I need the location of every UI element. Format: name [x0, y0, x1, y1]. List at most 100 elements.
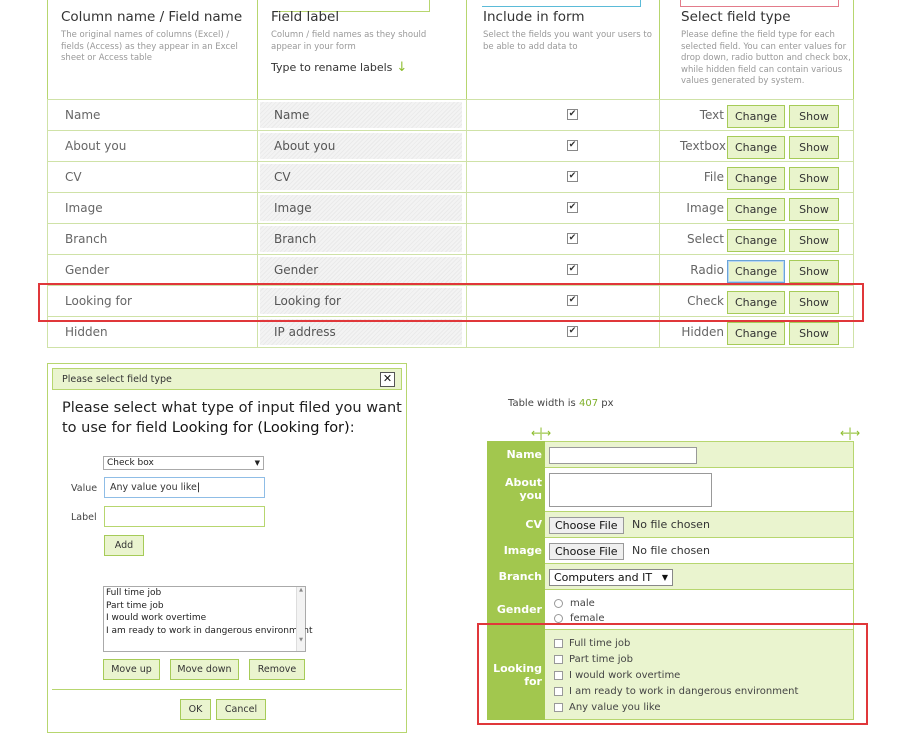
show-button[interactable]: Show	[789, 167, 839, 190]
include-description: Select the fields you want your users to…	[483, 30, 652, 52]
preview-value-name	[545, 441, 854, 467]
move-up-button[interactable]: Move up	[103, 659, 160, 680]
change-button[interactable]: Change	[727, 198, 785, 221]
about-textarea[interactable]	[549, 473, 712, 507]
preview-row-image: Image Choose File No file chosen	[487, 537, 854, 563]
field-label-value[interactable]: About you	[274, 131, 335, 161]
show-button[interactable]: Show	[789, 229, 839, 252]
column-divider	[257, 131, 258, 161]
header-field-label: Field label Column / field names as they…	[271, 9, 453, 75]
preview-label-name: Name	[487, 441, 545, 467]
header-column-name: Column name / Field name The original na…	[61, 9, 243, 65]
gender-radio-female[interactable]	[554, 614, 563, 623]
preview-row-cv: CV Choose File No file chosen	[487, 511, 854, 537]
scrollbar[interactable]: ▲ ▼	[296, 587, 305, 651]
add-button[interactable]: Add	[104, 535, 144, 556]
preview-value-branch: Computers and IT ▼	[545, 563, 854, 589]
change-button[interactable]: Change	[727, 136, 785, 159]
header-divider	[47, 0, 48, 99]
preview-row-branch: Branch Computers and IT ▼	[487, 563, 854, 589]
include-checkbox[interactable]: ✔	[567, 171, 578, 182]
scroll-up-icon[interactable]: ▲	[297, 587, 305, 593]
field-type-description: Please define the field type for each se…	[681, 30, 851, 86]
column-divider	[257, 224, 258, 254]
column-name-title: Column name / Field name	[61, 9, 243, 25]
label-label: Label	[71, 512, 97, 523]
branch-select[interactable]: Computers and IT ▼	[549, 569, 673, 586]
cancel-button[interactable]: Cancel	[216, 699, 266, 720]
preview-label-cv: CV	[487, 511, 545, 537]
resize-handle-icon[interactable]: ←|→	[531, 426, 551, 440]
options-listbox[interactable]: Full time job Part time job I would work…	[103, 586, 312, 652]
change-button[interactable]: Change	[727, 260, 785, 283]
column-divider	[659, 162, 660, 192]
field-label-value[interactable]: Name	[274, 100, 309, 130]
value-input[interactable]: Any value you like|	[104, 477, 265, 498]
arrow-down-icon: ↓	[396, 60, 408, 75]
ok-button[interactable]: OK	[180, 699, 211, 720]
column-divider	[257, 193, 258, 223]
move-down-button[interactable]: Move down	[170, 659, 239, 680]
scroll-down-icon[interactable]: ▼	[297, 637, 305, 643]
show-button[interactable]: Show	[789, 136, 839, 159]
include-checkbox[interactable]: ✔	[567, 326, 578, 337]
field-type-select[interactable]: Check box ▼	[103, 456, 264, 470]
list-item[interactable]: Full time job	[104, 587, 305, 600]
label-input[interactable]	[104, 506, 265, 527]
column-divider	[466, 255, 467, 285]
column-divider	[466, 131, 467, 161]
list-item[interactable]: I am ready to work in dangerous environm…	[104, 625, 312, 638]
field-name: Gender	[65, 263, 110, 277]
change-button[interactable]: Change	[727, 322, 785, 345]
value-label: Value	[71, 483, 98, 494]
header-include: Include in form Select the fields you wa…	[483, 9, 655, 53]
include-checkbox[interactable]: ✔	[567, 233, 578, 244]
close-icon[interactable]: ✕	[380, 372, 395, 387]
show-button[interactable]: Show	[789, 105, 839, 128]
list-item[interactable]: Part time job	[104, 600, 305, 613]
preview-value-about	[545, 467, 854, 511]
column-divider	[257, 255, 258, 285]
gender-radio-male[interactable]	[554, 599, 563, 608]
image-choose-file-button[interactable]: Choose File	[549, 543, 624, 560]
remove-button[interactable]: Remove	[249, 659, 305, 680]
table-width-value: 407	[578, 398, 599, 409]
dialog-message-suffix: :	[349, 420, 355, 436]
preview-value-cv: Choose File No file chosen	[545, 511, 854, 537]
table-width-text: Table width is 407 px	[508, 398, 614, 409]
cv-choose-file-button[interactable]: Choose File	[549, 517, 624, 534]
show-button[interactable]: Show	[789, 260, 839, 283]
include-checkbox[interactable]: ✔	[567, 264, 578, 275]
cv-file-status: No file chosen	[632, 518, 710, 531]
field-type: Textbox	[680, 139, 726, 153]
column-divider	[466, 100, 467, 130]
column-divider	[257, 162, 258, 192]
change-button[interactable]: Change	[727, 229, 785, 252]
field-label-value[interactable]: Branch	[274, 224, 316, 254]
header-divider	[257, 0, 258, 99]
chevron-down-icon: ▼	[661, 573, 668, 582]
column-divider	[659, 100, 660, 130]
field-label-value[interactable]: Image	[274, 193, 312, 223]
dialog-divider	[52, 689, 402, 690]
column-divider	[659, 131, 660, 161]
image-file-status: No file chosen	[632, 544, 710, 557]
include-checkbox[interactable]: ✔	[567, 140, 578, 151]
show-button[interactable]: Show	[789, 198, 839, 221]
field-label-value[interactable]: Gender	[274, 255, 318, 285]
preview-row-about: About you	[487, 467, 854, 511]
preview-label-image: Image	[487, 537, 545, 563]
include-checkbox[interactable]: ✔	[567, 109, 578, 120]
field-type: Radio	[690, 263, 724, 277]
header-accent	[680, 0, 839, 7]
include-checkbox[interactable]: ✔	[567, 202, 578, 213]
table-row: CV CV ✔ File Change Show	[47, 162, 854, 193]
change-button[interactable]: Change	[727, 105, 785, 128]
change-button[interactable]: Change	[727, 167, 785, 190]
show-button[interactable]: Show	[789, 322, 839, 345]
table-row: About you About you ✔ Textbox Change Sho…	[47, 131, 854, 162]
name-input[interactable]	[549, 447, 697, 464]
resize-handle-icon[interactable]: ←|→	[840, 426, 860, 440]
field-label-value[interactable]: CV	[274, 162, 291, 192]
list-item[interactable]: I would work overtime	[104, 612, 305, 625]
